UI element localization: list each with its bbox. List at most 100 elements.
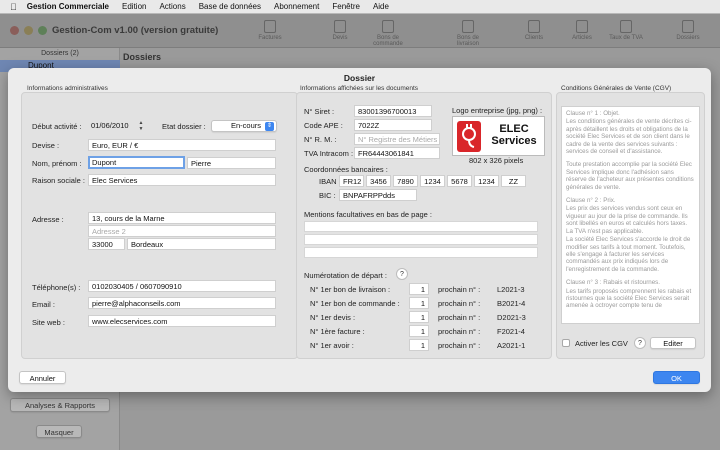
iban-part-4[interactable]: 1234 [420,175,445,187]
mentions-line-1[interactable] [304,221,538,232]
close-window-icon[interactable] [10,26,19,35]
zoom-window-icon[interactable] [38,26,47,35]
numero-field-avoir[interactable]: 1 [409,339,429,351]
menubar:  Gestion Commerciale Edition Actions Ba… [0,0,720,13]
logo-label: Logo entreprise (jpg, png) : [452,106,543,115]
analyses-rapports-button[interactable]: Analyses & Rapports [10,398,110,412]
numero-field-facture[interactable]: 1 [409,325,429,337]
toolbar-label: Articles [572,35,592,41]
siret-field[interactable]: 83001396700013 [354,105,432,117]
iban-label: IBAN : [319,177,341,186]
numerotation-help-button[interactable]: ? [396,268,408,280]
percent-icon [620,20,632,33]
toolbar-devis[interactable]: Devis [318,20,362,41]
toolbar-bons-de-livraison[interactable]: Bons de livraison [446,20,490,47]
box-icon [576,20,588,33]
code-ape-field[interactable]: 7022Z [354,119,432,131]
masquer-button[interactable]: Masquer [36,425,82,438]
tva-intracom-label: TVA Intracom : [304,149,354,158]
prochain-label: prochain n° : [438,299,481,308]
telephone-field[interactable]: 0102030405 / 0607090910 [88,280,276,292]
mentions-line-2[interactable] [304,234,538,245]
mentions-line-3[interactable] [304,247,538,258]
etat-dossier-select[interactable]: En-cours ⇕ [211,120,277,132]
docs-section-label: Informations affichées sur les documents [300,85,419,92]
cgv-paragraph: Les tarifs proposés comprennent les raba… [566,287,692,310]
toolbar-dossiers[interactable]: Dossiers [666,20,710,41]
menu-base-de-donnees[interactable]: Base de données [199,2,261,11]
menu-abonnement[interactable]: Abonnement [274,2,319,11]
logo-text: ELEC Services [486,123,542,147]
bic-label: BIC : [319,191,336,200]
menu-fenetre[interactable]: Fenêtre [332,2,360,11]
editer-button[interactable]: Editer [650,337,696,349]
cgv-text-area[interactable]: Clause n° 1 : Objet. Les conditions géné… [561,106,700,324]
tva-intracom-field[interactable]: FR64443061841 [354,147,440,159]
cgv-paragraph: Toute prestation accomplie par la sociét… [566,161,694,191]
numero-label-devis: N° 1er devis : [310,313,356,322]
code-ape-label: Code APE : [304,121,343,130]
activer-cgv-checkbox[interactable] [562,339,570,347]
rm-field[interactable]: N° Registre des Métiers [354,133,440,145]
annuler-button[interactable]: Annuler [19,371,66,384]
cgv-paragraph: La société Elec Services s'accorde le dr… [566,236,691,273]
sheet-title: Dossier [343,73,376,83]
cgv-help-button[interactable]: ? [634,337,646,349]
etat-dossier-value: En-cours [230,121,261,130]
menu-aide[interactable]: Aide [373,2,389,11]
logo-image[interactable]: ELEC Services [452,116,545,156]
iban-part-7[interactable]: ZZ [501,175,526,187]
devise-label: Devise : [32,141,60,150]
main-title: Dossiers [123,52,162,62]
menu-actions[interactable]: Actions [159,2,185,11]
adresse2-field[interactable]: Adresse 2 [88,225,276,237]
iban-part-2[interactable]: 3456 [366,175,391,187]
toolbar-bons-de-commande[interactable]: Bons de commande [366,20,410,47]
sidebar-header: Dossiers (2) [41,50,79,57]
prochain-commande: B2021-4 [497,299,526,308]
raison-sociale-field[interactable]: Elec Services [88,174,276,186]
ok-button[interactable]: OK [653,371,700,384]
prochain-label: prochain n° : [438,327,481,336]
iban-part-1[interactable]: FR12 [339,175,364,187]
toolbar-label: Factures [258,35,282,41]
bic-field[interactable]: BNPAFRPPdds [339,189,417,201]
dossier-sheet: Dossier Informations administratives Déb… [8,68,711,392]
prenom-field[interactable]: Pierre [187,157,276,169]
adresse1-field[interactable]: 13, cours de la Marne [88,212,276,224]
toolbar-factures[interactable]: Factures [248,20,292,41]
prochain-devis: D2021-3 [497,313,526,322]
nom-prenom-label: Nom, prénom : [32,159,82,168]
prochain-label: prochain n° : [438,313,481,322]
apple-icon[interactable]:  [10,2,17,12]
toolbar-clients[interactable]: Clients [512,20,556,41]
iban-part-5[interactable]: 5678 [447,175,472,187]
logo-size-label: 802 x 326 pixels [469,156,524,165]
code-postal-field[interactable]: 33000 [88,238,125,250]
iban-part-6[interactable]: 1234 [474,175,499,187]
numero-field-commande[interactable]: 1 [409,297,429,309]
nom-field[interactable]: Dupont [88,156,185,169]
site-web-field[interactable]: www.elecservices.com [88,315,276,327]
toolbar-taux-tva[interactable]: Taux de TVA [604,20,648,41]
toolbar-articles[interactable]: Articles [560,20,604,41]
prochain-facture: F2021-4 [497,327,525,336]
minimize-window-icon[interactable] [24,26,33,35]
debut-activite-field[interactable]: 01/06/2010 [88,120,134,132]
siret-label: N° Siret : [304,107,335,116]
numero-label-facture: N° 1ère facture : [310,327,365,336]
iban-part-3[interactable]: 7890 [393,175,418,187]
menu-app-name[interactable]: Gestion Commerciale [27,2,109,11]
menu-edition[interactable]: Edition [122,2,146,11]
date-stepper-icon[interactable]: ▲ ▼ [138,120,144,132]
ville-field[interactable]: Bordeaux [127,238,276,250]
numero-field-devis[interactable]: 1 [409,311,429,323]
devise-field[interactable]: Euro, EUR / € [88,139,276,151]
logo-line2: Services [491,135,537,147]
prochain-livraison: L2021-3 [497,285,525,294]
cgv-paragraph: Les conditions générales de vente décrit… [566,118,692,156]
toolbar-label: Bons de commande [373,35,403,47]
document-icon [264,20,276,33]
email-field[interactable]: pierre@alphaconseils.com [88,297,276,309]
numero-field-livraison[interactable]: 1 [409,283,429,295]
